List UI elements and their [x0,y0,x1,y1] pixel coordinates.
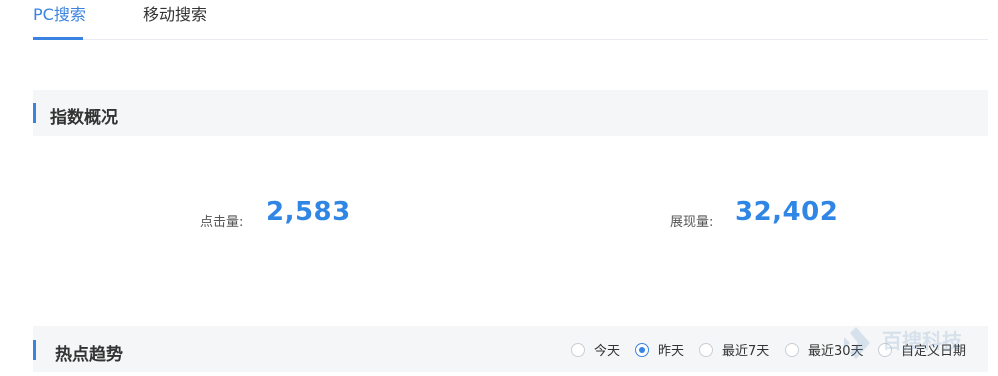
clicks-label: 点击量: [200,215,244,230]
search-type-tabs: PC搜索 移动搜索 [33,0,988,40]
radio-label: 自定义日期 [901,344,967,359]
tab-pc-search[interactable]: PC搜索 [33,5,86,40]
radio-circle-icon [571,342,585,357]
index-overview-header: 指数概况 [33,90,988,136]
radio-label: 昨天 [658,344,685,359]
section-title: 热点趋势 [55,345,123,365]
radio-today[interactable]: 今天 [571,340,620,359]
radio-yesterday[interactable]: 昨天 [635,340,684,359]
radio-last-30-days[interactable]: 最近30天 [785,340,864,359]
section-title: 指数概况 [50,108,118,128]
radio-circle-icon [878,342,892,357]
impressions-value: 32,402 [735,197,839,227]
radio-last-7-days[interactable]: 最近7天 [699,340,769,359]
clicks-value: 2,583 [266,197,351,227]
radio-label: 最近30天 [808,344,864,359]
radio-circle-icon [699,342,713,357]
radio-custom-date[interactable]: 自定义日期 [878,340,966,359]
radio-label: 今天 [594,344,621,359]
radio-checked-icon [635,342,649,357]
impressions-label: 展现量: [670,215,714,230]
tab-mobile-search[interactable]: 移动搜索 [143,5,207,40]
section-accent-bar [33,340,36,360]
radio-label: 最近7天 [722,344,770,359]
radio-circle-icon [785,342,799,357]
section-accent-bar [33,103,36,123]
